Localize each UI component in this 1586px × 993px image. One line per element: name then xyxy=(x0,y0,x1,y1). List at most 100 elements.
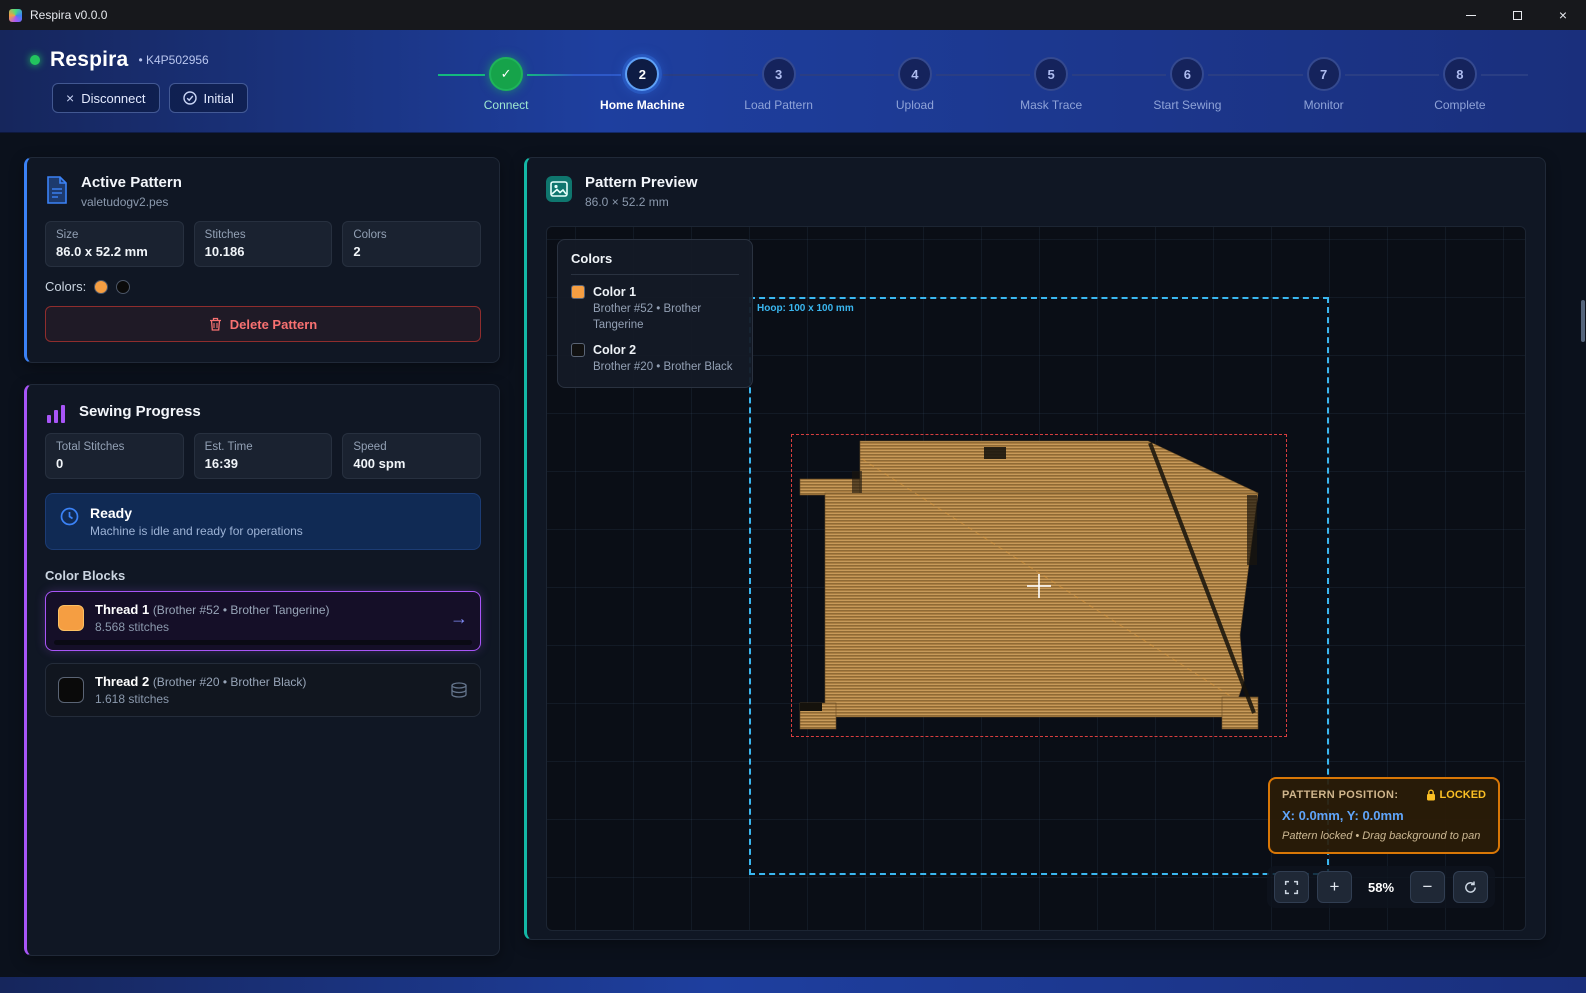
color-blocks-label: Color Blocks xyxy=(27,550,499,591)
step-load-pattern[interactable]: 3 Load Pattern xyxy=(711,57,847,112)
legend-detail-2: Brother #20 • Brother Black xyxy=(593,360,743,376)
step-mask-trace-label: Mask Trace xyxy=(1020,98,1082,112)
step-start-sewing-label: Start Sewing xyxy=(1153,98,1221,112)
center-crosshair-icon xyxy=(1027,574,1051,598)
disconnect-button[interactable]: × Disconnect xyxy=(52,83,160,113)
step-load-pattern-label: Load Pattern xyxy=(744,98,813,112)
step-start-sewing[interactable]: 6 Start Sewing xyxy=(1119,57,1255,112)
stat-colors-value: 2 xyxy=(353,244,470,259)
check-circle-icon xyxy=(183,91,197,105)
stat-stitches: Stitches 10.186 xyxy=(194,221,333,267)
step-connect[interactable]: ✓ Connect xyxy=(438,57,574,112)
minimize-button[interactable] xyxy=(1448,0,1494,30)
layers-icon xyxy=(450,682,468,698)
stat-colors: Colors 2 xyxy=(342,221,481,267)
stat-speed-label: Speed xyxy=(353,441,470,453)
step-home-machine[interactable]: 2 Home Machine xyxy=(574,57,710,112)
maximize-icon xyxy=(1513,11,1522,20)
pattern-preview-title: Pattern Preview xyxy=(585,174,698,191)
clock-icon xyxy=(60,507,79,526)
window-titlebar: Respira v0.0.0 × xyxy=(0,0,1586,30)
app-header: Respira • K4P502956 × Disconnect Initial… xyxy=(0,30,1586,133)
color-swatch-2 xyxy=(116,280,130,294)
connection-status-dot xyxy=(30,55,40,65)
arrow-right-icon[interactable]: → xyxy=(450,608,468,629)
thread-2-stitches: 1.618 stitches xyxy=(95,692,439,706)
window-title: Respira v0.0.0 xyxy=(30,8,107,22)
footer-bar xyxy=(0,977,1586,993)
step-connect-label: Connect xyxy=(484,98,529,112)
color-swatch-1 xyxy=(94,280,108,294)
refresh-icon xyxy=(1463,880,1478,895)
window-controls: × xyxy=(1448,0,1586,30)
step-home-machine-label: Home Machine xyxy=(600,98,685,112)
thread-2-name: Thread 2 xyxy=(95,674,149,689)
active-pattern-title: Active Pattern xyxy=(81,174,182,191)
plus-icon: + xyxy=(1330,877,1340,897)
pattern-position-hint: Pattern locked • Drag background to pan xyxy=(1282,830,1486,842)
status-title: Ready xyxy=(90,505,303,521)
stat-est-time-value: 16:39 xyxy=(205,456,322,471)
legend-detail-1: Brother #52 • Brother Tangerine xyxy=(593,302,743,333)
zoom-level: 58% xyxy=(1360,880,1402,895)
legend-entry-2: Color 2 Brother #20 • Brother Black xyxy=(571,343,739,376)
thread-1-stitches: 8.568 stitches xyxy=(95,620,439,634)
legend-name-1: Color 1 xyxy=(593,285,636,299)
document-icon xyxy=(45,176,69,204)
trash-icon xyxy=(209,317,222,331)
stat-stitches-value: 10.186 xyxy=(205,244,322,259)
step-monitor[interactable]: 7 Monitor xyxy=(1256,57,1392,112)
step-complete[interactable]: 8 Complete xyxy=(1392,57,1528,112)
status-text: Machine is idle and ready for operations xyxy=(90,524,303,538)
stat-stitches-label: Stitches xyxy=(205,229,322,241)
thread-1-swatch xyxy=(58,605,84,631)
window-scrollbar[interactable] xyxy=(1581,300,1585,342)
step-monitor-number: 7 xyxy=(1307,57,1341,91)
machine-status-banner: Ready Machine is idle and ready for oper… xyxy=(45,493,481,550)
pattern-position-box: PATTERN POSITION: LOCKED X: 0.0mm, Y: 0.… xyxy=(1268,777,1500,854)
active-pattern-card: Active Pattern valetudogv2.pes Size 86.0… xyxy=(24,157,500,363)
legend-swatch-1 xyxy=(571,285,585,299)
close-button[interactable]: × xyxy=(1540,0,1586,30)
pattern-coordinates: X: 0.0mm, Y: 0.0mm xyxy=(1282,808,1486,823)
colors-legend: Colors Color 1 Brother #52 • Brother Tan… xyxy=(557,239,753,388)
preview-canvas[interactable]: Colors Color 1 Brother #52 • Brother Tan… xyxy=(546,226,1526,931)
zoom-out-button[interactable]: − xyxy=(1410,871,1445,903)
app-icon xyxy=(9,9,22,22)
delete-pattern-button[interactable]: Delete Pattern xyxy=(45,306,481,342)
pattern-preview-panel: Pattern Preview 86.0 × 52.2 mm Colors Co… xyxy=(524,157,1546,940)
stat-size: Size 86.0 x 52.2 mm xyxy=(45,221,184,267)
thread-1-name: Thread 1 xyxy=(95,602,149,617)
step-mask-trace[interactable]: 5 Mask Trace xyxy=(983,57,1119,112)
colors-label: Colors: xyxy=(45,279,86,294)
legend-title: Colors xyxy=(571,251,739,275)
maximize-button[interactable] xyxy=(1494,0,1540,30)
step-mask-trace-number: 5 xyxy=(1034,57,1068,91)
step-complete-label: Complete xyxy=(1434,98,1485,112)
pattern-position-title: PATTERN POSITION: xyxy=(1282,789,1398,801)
thread-1-row[interactable]: Thread 1 (Brother #52 • Brother Tangerin… xyxy=(45,591,481,651)
step-upload[interactable]: 4 Upload xyxy=(847,57,983,112)
initial-button[interactable]: Initial xyxy=(169,83,248,113)
step-monitor-label: Monitor xyxy=(1304,98,1344,112)
stat-est-time-label: Est. Time xyxy=(205,441,322,453)
thread-2-swatch xyxy=(58,677,84,703)
zoom-in-button[interactable]: + xyxy=(1317,871,1352,903)
minimize-icon xyxy=(1466,15,1476,16)
workflow-stepper: ✓ Connect 2 Home Machine 3 Load Pattern … xyxy=(438,57,1528,112)
zoom-fit-button[interactable] xyxy=(1274,871,1309,903)
step-upload-number: 4 xyxy=(898,57,932,91)
sewing-progress-title: Sewing Progress xyxy=(79,403,201,420)
image-icon xyxy=(545,175,573,203)
initial-label: Initial xyxy=(204,91,234,106)
stat-speed: Speed 400 spm xyxy=(342,433,481,479)
delete-pattern-label: Delete Pattern xyxy=(230,317,317,332)
thread-2-row[interactable]: Thread 2 (Brother #20 • Brother Black) 1… xyxy=(45,663,481,717)
stat-size-value: 86.0 x 52.2 mm xyxy=(56,244,173,259)
step-home-machine-number: 2 xyxy=(625,57,659,91)
zoom-reset-button[interactable] xyxy=(1453,871,1488,903)
step-complete-number: 8 xyxy=(1443,57,1477,91)
stat-size-label: Size xyxy=(56,229,173,241)
legend-entry-1: Color 1 Brother #52 • Brother Tangerine xyxy=(571,285,739,333)
main-content: Active Pattern valetudogv2.pes Size 86.0… xyxy=(0,133,1586,993)
